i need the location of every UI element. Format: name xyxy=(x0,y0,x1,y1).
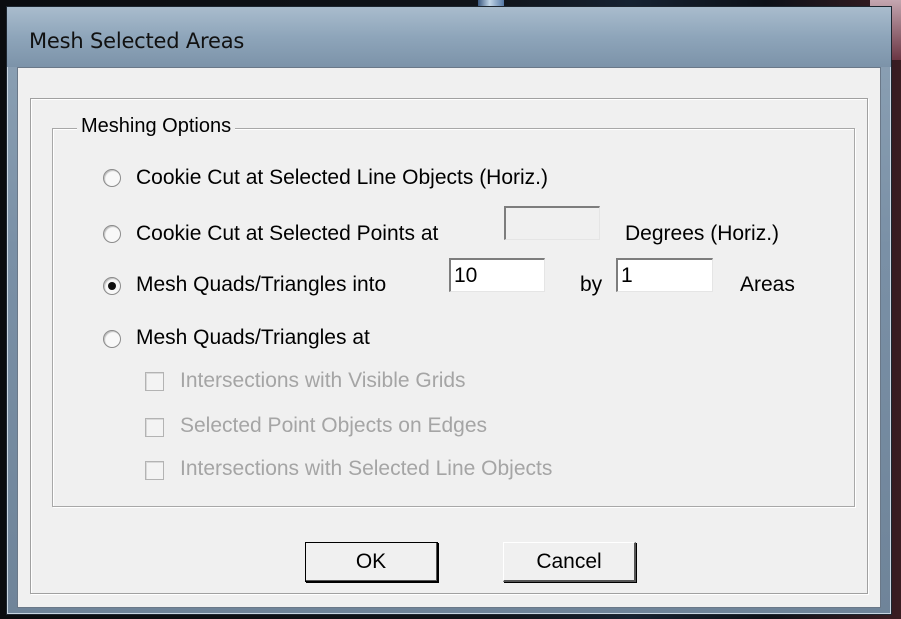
meshing-options-legend: Meshing Options xyxy=(77,115,236,138)
checkbox-label-selected-line-objects: Intersections with Selected Line Objects xyxy=(180,457,553,480)
radio-label-cookie-cut-line-objects[interactable]: Cookie Cut at Selected Line Objects (Hor… xyxy=(136,166,548,190)
radio-cookie-cut-line-objects[interactable] xyxy=(103,169,121,187)
mesh-count-x-input[interactable] xyxy=(449,258,545,292)
checkbox-selected-line-objects[interactable] xyxy=(145,461,164,480)
dialog-title: Mesh Selected Areas xyxy=(29,29,245,53)
radio-mesh-quads-into[interactable] xyxy=(103,277,121,295)
checkbox-visible-grids[interactable] xyxy=(145,372,164,391)
radio-label-mesh-quads-into[interactable]: Mesh Quads/Triangles into xyxy=(136,273,386,297)
radio-cookie-cut-points[interactable] xyxy=(103,225,121,243)
radio-label-mesh-quads-at[interactable]: Mesh Quads/Triangles at xyxy=(136,326,370,350)
checkbox-selected-point-objects[interactable] xyxy=(145,418,164,437)
checkbox-label-selected-point-objects: Selected Point Objects on Edges xyxy=(180,414,488,437)
ok-button[interactable]: OK xyxy=(305,542,438,582)
title-bar[interactable]: Mesh Selected Areas xyxy=(7,7,891,67)
mesh-count-y-input[interactable] xyxy=(616,258,713,292)
by-label: by xyxy=(580,273,603,296)
degrees-input[interactable] xyxy=(504,206,600,240)
radio-label-cookie-cut-points[interactable]: Cookie Cut at Selected Points at xyxy=(136,222,438,246)
areas-label: Areas xyxy=(740,273,795,296)
checkbox-label-visible-grids: Intersections with Visible Grids xyxy=(180,369,466,392)
radio-mesh-quads-at[interactable] xyxy=(103,330,121,348)
cancel-button[interactable]: Cancel xyxy=(503,542,636,582)
degrees-label: Degrees (Horiz.) xyxy=(625,222,780,245)
